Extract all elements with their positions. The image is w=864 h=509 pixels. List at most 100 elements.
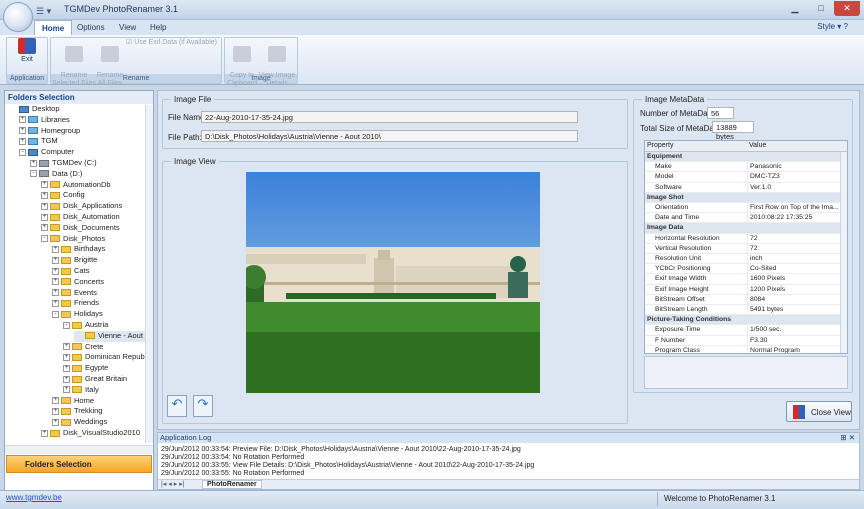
grid-row[interactable]: Orientation First Row on Top of the Ima..…: [645, 203, 840, 214]
tab-home[interactable]: Home: [34, 20, 73, 35]
tree-item[interactable]: Desktop: [8, 104, 60, 115]
expand-toggle-icon[interactable]: +: [52, 407, 59, 415]
grid-row[interactable]: YCbCr Positioning Co-Sited: [645, 264, 840, 275]
expand-toggle-icon[interactable]: -: [52, 310, 59, 318]
expand-toggle-icon[interactable]: +: [63, 364, 70, 372]
rename-all-button[interactable]: Rename All Files: [94, 38, 126, 88]
grid-row[interactable]: Date and Time 2010:08:22 17:35:25: [645, 213, 840, 224]
expand-toggle-icon[interactable]: +: [52, 397, 59, 405]
expand-toggle-icon[interactable]: +: [41, 202, 48, 210]
grid-row[interactable]: BitStream Length 5491 bytes: [645, 305, 840, 316]
file-name-field[interactable]: 22-Aug-2010-17-35-24.jpg: [201, 111, 578, 123]
tree-item[interactable]: + Dominican Republic: [63, 352, 145, 363]
rotate-right-button[interactable]: ↷: [193, 395, 213, 417]
expand-toggle-icon[interactable]: +: [63, 343, 70, 351]
tree-item[interactable]: + Egypte: [63, 363, 108, 374]
tree-item[interactable]: + Home: [52, 396, 94, 407]
tree-hscrollbar[interactable]: [5, 445, 153, 454]
expand-toggle-icon[interactable]: +: [63, 386, 70, 394]
tree-item[interactable]: + Crete: [63, 342, 103, 353]
rotate-left-button[interactable]: ↶: [167, 395, 187, 417]
tree-item[interactable]: + Disk_Automation: [41, 212, 120, 223]
folder-tree[interactable]: Desktop + Libraries + Homegroup + TGM - Computer…: [5, 104, 145, 444]
grid-category[interactable]: Image Data: [645, 223, 840, 234]
rename-selected-button[interactable]: Rename Selected Files: [52, 38, 96, 88]
tree-item[interactable]: + AutomationDb: [41, 180, 111, 191]
file-path-field[interactable]: D:\Disk_Photos\Holidays\Austria\Vienne -…: [201, 130, 578, 142]
grid-row[interactable]: Exif Image Width 1600 Pixels: [645, 274, 840, 285]
close-window-button[interactable]: ✕: [834, 1, 860, 16]
folders-selection-button[interactable]: Folders Selection: [6, 455, 152, 473]
grid-row[interactable]: Resolution Unit inch: [645, 254, 840, 265]
close-view-button[interactable]: Close View: [786, 401, 852, 422]
grid-row[interactable]: Software Ver.1.0: [645, 182, 840, 193]
tree-item[interactable]: + Disk_VisualStudio2010: [41, 428, 140, 439]
expand-toggle-icon[interactable]: +: [41, 213, 48, 221]
tree-item[interactable]: + Weddings: [52, 417, 107, 428]
expand-toggle-icon[interactable]: +: [41, 429, 48, 437]
use-exif-checkbox[interactable]: ☑ Use Exif Data (if Available): [126, 38, 217, 46]
tree-item[interactable]: + Disk_Applications: [41, 201, 122, 212]
tree-item[interactable]: - Computer: [19, 147, 74, 158]
metadata-count-field[interactable]: 56: [707, 107, 734, 119]
log-pin-icon[interactable]: ⊞ ✕: [840, 433, 855, 443]
expand-toggle-icon[interactable]: +: [52, 278, 59, 286]
tab-view[interactable]: View: [112, 22, 143, 33]
expand-toggle-icon[interactable]: -: [19, 148, 26, 156]
grid-row[interactable]: Exif Image Height 1200 Pixels: [645, 284, 840, 295]
log-tab-photorenamer[interactable]: PhotoRenamer: [202, 480, 262, 489]
expand-toggle-icon[interactable]: +: [52, 418, 59, 426]
tree-item[interactable]: + Cats: [52, 266, 89, 277]
tree-item[interactable]: - Holidays: [52, 309, 103, 320]
tree-item[interactable]: + Config: [41, 190, 85, 201]
expand-toggle-icon[interactable]: +: [52, 256, 59, 264]
tree-item[interactable]: Vienne - Aout 2010: [74, 330, 145, 342]
tree-item[interactable]: + Friends: [52, 298, 99, 309]
expand-toggle-icon[interactable]: -: [30, 170, 37, 178]
grid-row[interactable]: Program Class Normal Program: [645, 345, 840, 353]
metadata-grid[interactable]: Property Value Equipment Make Panasonic Mod…: [644, 140, 848, 354]
view-details-button[interactable]: View Image Details: [258, 38, 296, 88]
expand-toggle-icon[interactable]: +: [30, 159, 37, 167]
tree-scrollbar[interactable]: [145, 105, 153, 443]
grid-row[interactable]: Make Panasonic: [645, 162, 840, 173]
expand-toggle-icon[interactable]: +: [19, 137, 26, 145]
tree-item[interactable]: + Events: [52, 288, 97, 299]
expand-toggle-icon[interactable]: +: [63, 375, 70, 383]
exit-button[interactable]: Exit: [12, 38, 42, 64]
tab-help[interactable]: Help: [143, 22, 173, 33]
tree-item[interactable]: + Trekking: [52, 406, 102, 417]
tree-item[interactable]: + Homegroup: [19, 126, 80, 137]
grid-row[interactable]: Exposure Time 1/500 sec.: [645, 325, 840, 336]
expand-toggle-icon[interactable]: +: [52, 245, 59, 253]
expand-toggle-icon[interactable]: -: [41, 235, 48, 243]
maximize-button[interactable]: □: [808, 1, 834, 16]
tree-item[interactable]: - Disk_Photos: [41, 234, 105, 245]
expand-toggle-icon[interactable]: +: [63, 353, 70, 361]
expand-toggle-icon[interactable]: +: [52, 299, 59, 307]
tree-item[interactable]: + TGM: [19, 136, 58, 147]
grid-category[interactable]: Picture-Taking Conditions: [645, 315, 840, 326]
grid-category[interactable]: Image Shot: [645, 192, 840, 203]
grid-row[interactable]: Vertical Resolution 72: [645, 243, 840, 254]
tree-item[interactable]: + Disk_Documents: [41, 223, 120, 234]
grid-row[interactable]: F Number F3.30: [645, 335, 840, 346]
expand-toggle-icon[interactable]: +: [19, 116, 26, 124]
tree-item[interactable]: + TGMDev (C:): [30, 158, 97, 169]
tree-item[interactable]: + Great Britain: [63, 374, 127, 385]
expand-toggle-icon[interactable]: +: [41, 181, 48, 189]
expand-toggle-icon[interactable]: +: [52, 267, 59, 275]
quick-access-toolbar[interactable]: ☰ ▾: [36, 6, 51, 17]
tree-item[interactable]: + Libraries: [19, 115, 70, 126]
grid-category[interactable]: Equipment: [645, 152, 840, 163]
tree-item[interactable]: - Austria: [63, 320, 108, 331]
copy-clipboard-button[interactable]: Copy to Clipboard: [226, 38, 258, 88]
grid-row[interactable]: BitStream Offset 8084: [645, 294, 840, 305]
tree-item[interactable]: + Brigitte: [52, 255, 97, 266]
tree-item[interactable]: - Data (D:): [30, 169, 82, 180]
expand-toggle-icon[interactable]: +: [52, 289, 59, 297]
application-menu-button[interactable]: [3, 2, 33, 32]
grid-row[interactable]: Model DMC-TZ3: [645, 172, 840, 183]
tab-options[interactable]: Options: [70, 22, 112, 33]
log-nav-arrows[interactable]: |◂ ◂ ▸ ▸|: [161, 480, 185, 488]
